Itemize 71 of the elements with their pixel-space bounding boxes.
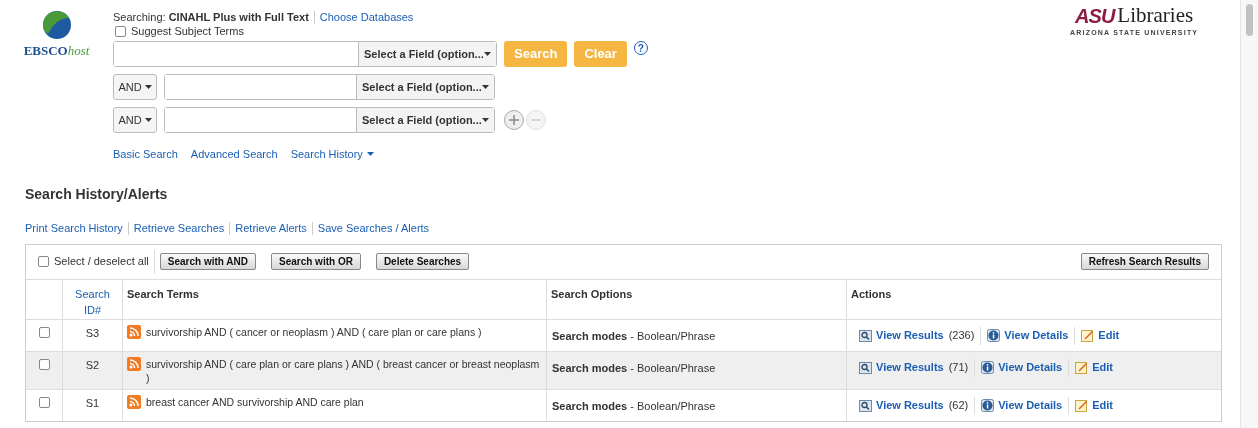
search-terms: survivorship AND ( care plan or care plans ) AND ( breast cancer or breast neoplasm ): [146, 356, 541, 385]
history-link[interactable]: Retrieve Alerts: [235, 220, 307, 237]
search-terms: survivorship AND ( cancer or neoplasm ) AND ( care plan or care plans ): [146, 324, 482, 339]
checkbox-label: Select / deselect all: [54, 254, 149, 270]
brand-name: Libraries: [1117, 5, 1194, 26]
globe-logo-icon: [41, 10, 72, 40]
edit-link[interactable]: Edit: [1098, 327, 1120, 344]
magnifier-icon[interactable]: [859, 329, 872, 342]
searching-label: Searching: CINAHL Plus with Full Text: [113, 9, 309, 25]
search-id: S2: [85, 357, 100, 373]
checkbox-label: Suggest Subject Terms: [131, 23, 244, 39]
magnifier-icon[interactable]: [859, 361, 872, 374]
magnifier-icon[interactable]: [859, 399, 872, 412]
checkbox[interactable]: [38, 256, 49, 267]
info-icon[interactable]: [987, 329, 1001, 342]
operator-dropdown[interactable]: AND: [113, 74, 157, 100]
caret-icon: [144, 118, 152, 122]
result-count: (236): [948, 328, 975, 344]
refresh-results-button[interactable]: Refresh Search Results: [1080, 253, 1209, 270]
toolbar-button[interactable]: Search with OR: [271, 253, 361, 270]
edit-link[interactable]: Edit: [1092, 359, 1113, 376]
search-options: Search modes - Boolean/Phrase: [552, 399, 716, 412]
caret-icon: [144, 85, 152, 89]
section-title: Search History/Alerts: [25, 185, 169, 204]
rss-feed-icon[interactable]: [127, 394, 141, 409]
toolbar-button[interactable]: Search with AND: [159, 253, 256, 270]
search-id: S1: [85, 395, 100, 411]
checkbox[interactable]: [38, 396, 50, 408]
column-header: Search Options: [551, 287, 633, 300]
view-results-link[interactable]: View Results: [876, 359, 944, 376]
rss-feed-icon[interactable]: [127, 324, 141, 339]
column-header: Actions: [851, 287, 892, 300]
nav-link[interactable]: Advanced Search: [190, 146, 278, 163]
search-options: Search modes - Boolean/Phrase: [552, 329, 716, 342]
rss-feed-icon[interactable]: [127, 356, 141, 371]
history-link[interactable]: Print Search History: [25, 220, 123, 237]
edit-link[interactable]: Edit: [1092, 397, 1113, 414]
checkbox[interactable]: [38, 326, 50, 338]
add-row-icon[interactable]: [504, 110, 524, 130]
scrollbar[interactable]: [1240, 0, 1258, 428]
table-row[interactable]: S3 survivorship AND ( cancer or neoplasm ) AND ( care plan or care plans ) Search modes - Boolean/Phrase View Results (236) View Details Edit: [26, 319, 1221, 352]
search-id: S3: [85, 325, 100, 341]
search-options: Search modes - Boolean/Phrase: [552, 361, 716, 374]
search-terms: breast cancer AND survivorship AND care plan: [146, 394, 364, 409]
edit-icon[interactable]: [1075, 361, 1089, 374]
ebscohost-logo: EBSCOhost: [23, 42, 90, 60]
edit-icon[interactable]: [1081, 329, 1095, 342]
info-icon[interactable]: [981, 361, 995, 374]
result-count: (71): [948, 360, 969, 376]
history-link[interactable]: Save Searches / Alerts: [317, 220, 430, 237]
toolbar-button[interactable]: Delete Searches: [375, 253, 470, 270]
view-results-link[interactable]: View Results: [876, 397, 944, 414]
edit-icon[interactable]: [1075, 399, 1089, 412]
column-header: Search Terms: [127, 287, 199, 300]
table-row[interactable]: S2 survivorship AND ( care plan or care plans ) AND ( breast cancer or breast neoplasm ) Search modes - Boolean/Phrase View Results (71) View Details Edit: [26, 351, 1221, 390]
nav-link[interactable]: Search History: [290, 146, 363, 163]
view-details-link[interactable]: View Details: [1004, 327, 1069, 344]
history-link[interactable]: Retrieve Searches: [133, 220, 225, 237]
checkbox[interactable]: [115, 25, 126, 37]
result-count: (62): [948, 398, 969, 414]
choose-databases-link[interactable]: Choose Databases: [319, 8, 414, 26]
info-icon[interactable]: [981, 399, 995, 412]
caret-icon[interactable]: [366, 152, 374, 157]
asu-logo-mark: ASU: [1075, 6, 1115, 26]
operator-dropdown[interactable]: AND: [113, 107, 157, 133]
nav-link[interactable]: Basic Search: [113, 146, 178, 163]
view-results-link[interactable]: View Results: [876, 327, 944, 344]
column-header[interactable]: Search ID#: [72, 285, 113, 319]
view-details-link[interactable]: View Details: [998, 359, 1063, 376]
checkbox[interactable]: [38, 358, 50, 370]
view-details-link[interactable]: View Details: [998, 397, 1063, 414]
